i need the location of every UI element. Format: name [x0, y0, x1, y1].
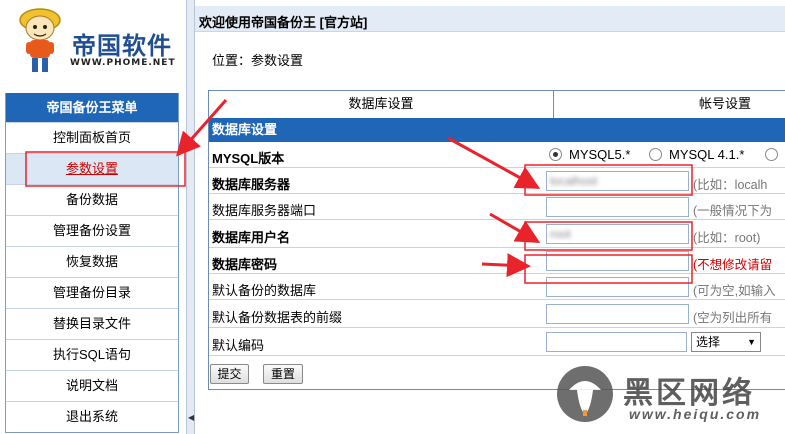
logo-url: WWW.PHOME.NET	[70, 58, 176, 68]
field-hint: (比如：localh	[693, 178, 768, 192]
form-row-db-password: 数据库密码 (不想修改请留	[209, 248, 785, 274]
submit-button[interactable]: 提交	[210, 364, 249, 384]
default-db-input[interactable]	[546, 277, 689, 297]
sidebar-item-label: 执行SQL语句	[52, 347, 131, 362]
app-root: 帝国软件 WWW.PHOME.NET 帝国备份王菜单 控制面板首页 参数设置 备…	[0, 0, 785, 434]
sidebar-item-label: 替换目录文件	[52, 316, 131, 331]
sidebar-item-docs[interactable]: 说明文档	[6, 370, 178, 401]
sidebar-item-label: 管理备份目录	[52, 285, 131, 300]
watermark-logo-icon	[557, 366, 613, 422]
sidebar-item-label: 备份数据	[65, 192, 118, 207]
db-password-input[interactable]	[546, 251, 689, 271]
breadcrumb: 位置：参数设置	[212, 53, 304, 68]
form-row-default-prefix: 默认备份数据表的前缀 (空为列出所有	[209, 300, 785, 328]
top-bar: 欢迎使用帝国备份王 [官方站]	[195, 6, 785, 32]
field-hint: (不想修改请留	[693, 258, 773, 272]
section-title: 数据库设置	[209, 118, 785, 142]
settings-panel: 数据库设置 帐号设置 数据库设置 MYSQL版本 MYSQL5.* MYSQL …	[208, 90, 785, 390]
sidebar-item-label: 参数设置	[65, 161, 118, 176]
field-label: 数据库密码	[212, 257, 278, 272]
sidebar-item-dashboard[interactable]: 控制面板首页	[6, 122, 178, 153]
watermark-url: www.heiqu.com	[629, 406, 762, 422]
radio-label: MYSQL 4.1.*	[669, 147, 745, 162]
form-row-default-charset: 默认编码 选择 ▼	[209, 328, 785, 356]
form-row-db-server: 数据库服务器 localhost (比如：localh	[209, 168, 785, 194]
sidebar-item-settings[interactable]: 参数设置	[6, 153, 178, 184]
tab-account-settings[interactable]: 帐号设置	[554, 91, 785, 118]
form-row-db-port: 数据库服务器端口 (一般情况下为	[209, 194, 785, 220]
radio-mysql41[interactable]	[649, 148, 662, 161]
sidebar-item-manage-backup-dir[interactable]: 管理备份目录	[6, 277, 178, 308]
field-hint: (一般情况下为	[693, 204, 773, 218]
sidebar-item-label: 控制面板首页	[52, 130, 131, 145]
db-server-input[interactable]: localhost	[546, 171, 689, 191]
chevron-down-icon: ▼	[747, 337, 756, 347]
sidebar-item-label: 管理备份设置	[52, 223, 131, 238]
left-sidebar: 帝国软件 WWW.PHOME.NET 帝国备份王菜单 控制面板首页 参数设置 备…	[0, 0, 186, 434]
tab-db-settings[interactable]: 数据库设置	[209, 91, 554, 118]
sidebar-item-label: 恢复数据	[65, 254, 118, 269]
sidebar-item-restore[interactable]: 恢复数据	[6, 246, 178, 277]
charset-select[interactable]: 选择 ▼	[691, 332, 761, 352]
logo: 帝国软件 WWW.PHOME.NET	[14, 6, 176, 78]
default-charset-input[interactable]	[546, 332, 687, 352]
sidebar-item-logout[interactable]: 退出系统	[6, 401, 178, 432]
sidebar-item-backup[interactable]: 备份数据	[6, 184, 178, 215]
select-value: 选择	[696, 335, 721, 349]
input-value: localhost	[550, 174, 598, 188]
field-label: 数据库服务器端口	[212, 203, 317, 218]
db-port-input[interactable]	[546, 197, 689, 217]
field-label: 默认备份数据表的前缀	[212, 310, 343, 325]
db-user-input[interactable]: root	[546, 224, 689, 244]
field-hint: (比如：root)	[693, 231, 761, 245]
sidebar-item-label: 退出系统	[65, 409, 118, 424]
sidebar-item-execute-sql[interactable]: 执行SQL语句	[6, 339, 178, 370]
menu-title: 帝国备份王菜单	[6, 93, 178, 122]
radio-label: MYSQL5.*	[569, 147, 631, 162]
collapse-arrow-icon[interactable]: ◀	[188, 413, 194, 422]
default-prefix-input[interactable]	[546, 304, 689, 324]
tab-bar: 数据库设置 帐号设置	[209, 91, 785, 118]
mascot-icon	[19, 8, 61, 72]
field-label: 数据库服务器	[212, 177, 291, 192]
form-row-mysql-version: MYSQL版本 MYSQL5.* MYSQL 4.1.*	[209, 142, 785, 168]
field-label: MYSQL版本	[212, 151, 285, 166]
watermark: 黑区网络 www.heiqu.com	[557, 360, 785, 434]
form-row-db-user: 数据库用户名 root (比如：root)	[209, 220, 785, 248]
sidebar-item-manage-backup-settings[interactable]: 管理备份设置	[6, 215, 178, 246]
welcome-text: 欢迎使用帝国备份王 [官方站]	[199, 15, 368, 30]
sidebar-menu: 帝国备份王菜单 控制面板首页 参数设置 备份数据 管理备份设置 恢复数据 管理备…	[5, 93, 179, 433]
radio-mysql-other[interactable]	[765, 148, 778, 161]
radio-mysql5[interactable]	[549, 148, 562, 161]
sidebar-item-replace-files[interactable]: 替换目录文件	[6, 308, 178, 339]
field-hint: (可为空,如输入	[693, 284, 776, 298]
input-value: root	[550, 227, 571, 241]
field-label: 默认备份的数据库	[212, 283, 317, 298]
reset-button[interactable]: 重置	[263, 364, 303, 384]
field-label: 默认编码	[212, 338, 265, 353]
field-label: 数据库用户名	[212, 230, 291, 245]
form-row-default-db: 默认备份的数据库 (可为空,如输入	[209, 274, 785, 300]
sidebar-item-label: 说明文档	[65, 378, 118, 393]
sidebar-collapse-bar[interactable]: ◀	[186, 0, 195, 434]
logo-brand: 帝国软件	[72, 32, 172, 60]
field-hint: (空为列出所有	[693, 311, 773, 325]
